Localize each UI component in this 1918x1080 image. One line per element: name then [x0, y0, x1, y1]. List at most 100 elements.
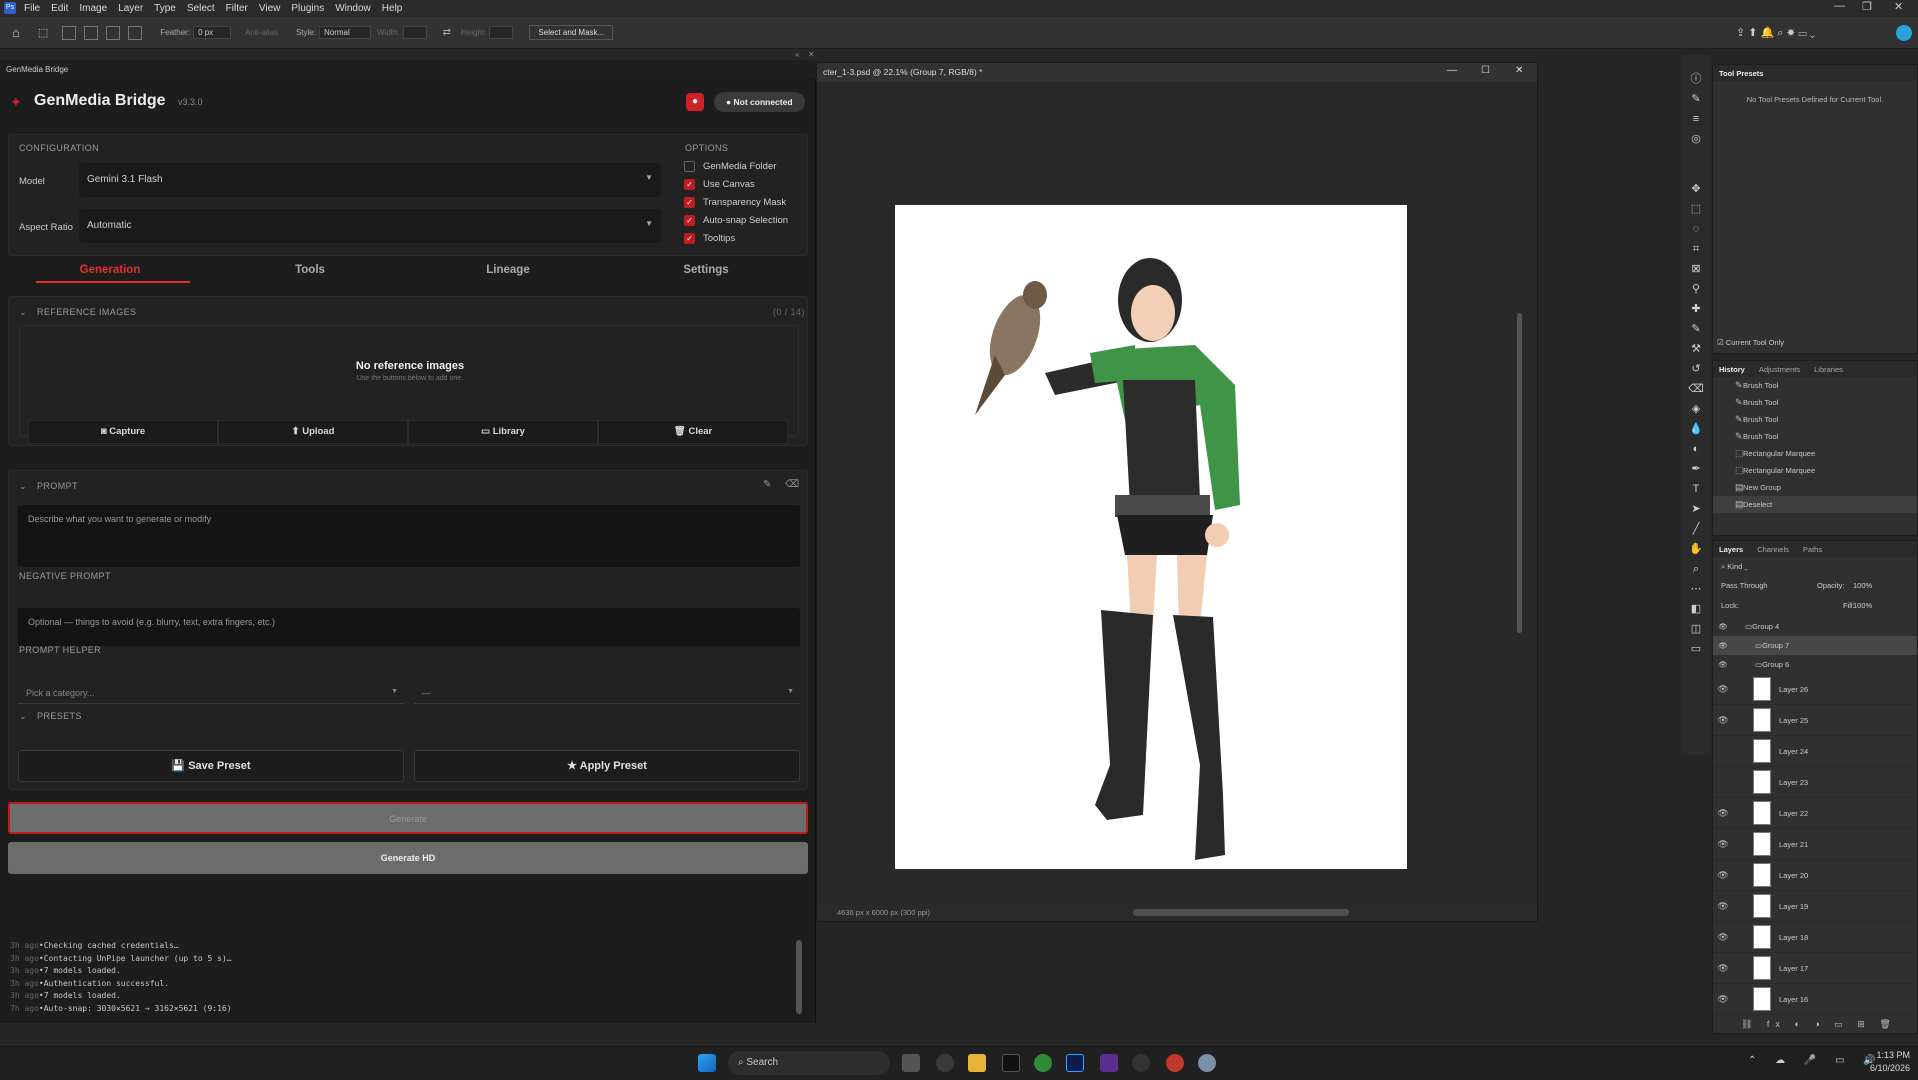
style-select[interactable]: Normal	[318, 26, 371, 39]
opacity-input[interactable]: 100%	[1853, 581, 1872, 590]
new-selection-icon[interactable]	[62, 25, 77, 40]
fill-input[interactable]: 100%	[1853, 601, 1872, 610]
zoom-tool-icon[interactable]: ⌕	[1682, 559, 1710, 579]
type-tool-icon[interactable]: T	[1682, 479, 1710, 499]
menu-help[interactable]: Help	[382, 3, 403, 14]
restore-icon[interactable]: ❐	[1862, 0, 1872, 13]
eye-icon[interactable]: 👁	[1713, 839, 1733, 850]
quick-mask-icon[interactable]: ◫	[1682, 619, 1710, 639]
layer-row[interactable]: 👁 Layer 22	[1713, 798, 1917, 829]
eye-icon[interactable]: 👁	[1713, 660, 1733, 669]
checkbox-checked-icon[interactable]: ✓	[684, 179, 695, 190]
path-select-icon[interactable]: ➤	[1682, 499, 1710, 519]
history-item[interactable]: ✎ Brush Tool	[1713, 411, 1917, 428]
share-icon[interactable]: ⇪ ⬆ 🔔 ⌕ ☀ ▭ ⌄	[1736, 26, 1815, 40]
history-item[interactable]: ⬚ Rectangular Marquee	[1713, 462, 1917, 479]
tab-history[interactable]: History	[1719, 365, 1745, 374]
capture-button[interactable]: ◙ Capture	[28, 420, 218, 444]
app-icon[interactable]	[1132, 1054, 1150, 1072]
menu-window[interactable]: Window	[335, 3, 371, 14]
tab-tools[interactable]: Tools	[220, 264, 400, 276]
aspect-ratio-select[interactable]: Automatic ▼	[79, 209, 661, 243]
swap-icon[interactable]: ⇄	[443, 27, 451, 38]
current-tool-only-checkbox[interactable]: ☑ Current Tool Only	[1717, 338, 1784, 347]
subcategory-select[interactable]: — ▼	[414, 682, 800, 704]
subtract-selection-icon[interactable]	[106, 25, 121, 40]
history-item[interactable]: ▤ New Group	[1713, 479, 1917, 496]
brush-settings-icon[interactable]: ✎	[1682, 89, 1710, 109]
close-icon[interactable]: ✕	[1894, 0, 1903, 13]
layer-row[interactable]: 👁 Layer 18	[1713, 922, 1917, 953]
tab-tool-presets[interactable]: Tool Presets	[1719, 69, 1763, 78]
eye-icon[interactable]: 👁	[1713, 870, 1733, 881]
clock-date[interactable]: 6/10/2026	[1856, 1063, 1910, 1073]
info-icon[interactable]: ⓘ	[1682, 69, 1710, 89]
doc-close-icon[interactable]: ✕	[1515, 65, 1523, 76]
eraser-icon[interactable]: ⌫	[785, 479, 800, 490]
blur-tool-icon[interactable]: 💧	[1682, 419, 1710, 439]
dodge-tool-icon[interactable]: ◐	[1682, 439, 1710, 459]
pen-tool-icon[interactable]: ✒	[1682, 459, 1710, 479]
history-item[interactable]: ⬚ Rectangular Marquee	[1713, 445, 1917, 462]
tab-libraries[interactable]: Libraries	[1814, 365, 1843, 374]
layer-row[interactable]: Layer 24	[1713, 736, 1917, 767]
menu-edit[interactable]: Edit	[51, 3, 68, 14]
menu-view[interactable]: View	[259, 3, 281, 14]
menu-type[interactable]: Type	[154, 3, 176, 14]
widget-icon[interactable]	[936, 1054, 954, 1072]
option-auto-snap-selection[interactable]: ✓ Auto-snap Selection	[684, 215, 788, 226]
layer-row[interactable]: Layer 23	[1713, 767, 1917, 798]
file-explorer-icon[interactable]	[968, 1054, 986, 1072]
layer-group-row[interactable]: 👁 ▭ Group 4	[1713, 617, 1917, 636]
plugin-panel-tab[interactable]: GenMedia Bridge	[0, 60, 816, 78]
blend-mode-select[interactable]: Pass Through	[1721, 581, 1768, 590]
checkbox-icon[interactable]	[684, 161, 695, 172]
layer-row[interactable]: 👁 Layer 20	[1713, 860, 1917, 891]
eye-icon[interactable]: 👁	[1713, 622, 1733, 631]
tab-generation[interactable]: Generation	[20, 264, 200, 276]
layer-row[interactable]: 👁 Layer 25	[1713, 705, 1917, 736]
height-input[interactable]	[489, 26, 514, 39]
healing-tool-icon[interactable]: ✚	[1682, 299, 1710, 319]
history-item[interactable]: ✎ Brush Tool	[1713, 428, 1917, 445]
tab-channels[interactable]: Channels	[1757, 545, 1789, 554]
marquee-tool-icon[interactable]: ⬚	[38, 26, 48, 39]
reference-collapse-icon[interactable]: ⌄	[19, 307, 27, 318]
history-item[interactable]: ✎ Brush Tool	[1713, 377, 1917, 394]
negative-prompt-input[interactable]: Optional — things to avoid (e.g. blurry,…	[18, 608, 800, 646]
eye-icon[interactable]: 👁	[1713, 808, 1733, 819]
user-avatar[interactable]	[1896, 24, 1912, 41]
eye-icon[interactable]: 👁	[1713, 684, 1733, 695]
taskbar-search[interactable]: ⌕ Search	[728, 1051, 890, 1075]
windows-start-icon[interactable]	[698, 1054, 716, 1072]
task-view-icon[interactable]	[902, 1054, 920, 1072]
prompt-collapse-icon[interactable]: ⌄	[19, 481, 27, 492]
properties-icon[interactable]: ≡	[1682, 109, 1710, 129]
eraser-tool-icon[interactable]: ⌫	[1682, 379, 1710, 399]
generate-hd-button[interactable]: Generate HD	[8, 842, 808, 874]
marquee-tool-icon[interactable]: ⬚	[1682, 199, 1710, 219]
history-item-current[interactable]: ▤ Deselect	[1713, 496, 1917, 513]
clear-button[interactable]: 🗑 Clear	[598, 420, 788, 444]
menu-layer[interactable]: Layer	[118, 3, 143, 14]
layer-group-row[interactable]: 👁 ▭ Group 6	[1713, 655, 1917, 674]
prompt-input[interactable]: Describe what you want to generate or mo…	[18, 505, 800, 567]
eyedropper-tool-icon[interactable]: ⚲	[1682, 279, 1710, 299]
eye-icon[interactable]: 👁	[1713, 932, 1733, 943]
menu-select[interactable]: Select	[187, 3, 215, 14]
tab-paths[interactable]: Paths	[1803, 545, 1822, 554]
account-icon[interactable]: ●	[686, 93, 704, 111]
menu-filter[interactable]: Filter	[226, 3, 248, 14]
log-scrollbar[interactable]	[796, 940, 802, 1014]
add-selection-icon[interactable]	[84, 25, 99, 40]
clock-time[interactable]: 1:13 PM	[1862, 1050, 1910, 1060]
app-icon[interactable]	[1100, 1054, 1118, 1072]
generate-button[interactable]: Generate	[8, 802, 808, 834]
learn-icon[interactable]: ◎	[1682, 129, 1710, 149]
menu-plugins[interactable]: Plugins	[291, 3, 324, 14]
upload-button[interactable]: ⬆ Upload	[218, 420, 408, 444]
eye-icon[interactable]: 👁	[1713, 715, 1733, 726]
doc-horizontal-scrollbar[interactable]	[1133, 909, 1349, 916]
crop-tool-icon[interactable]: ⌗	[1682, 239, 1710, 259]
layer-filter-kind[interactable]: ⌕ Kind ⌄	[1713, 557, 1917, 577]
